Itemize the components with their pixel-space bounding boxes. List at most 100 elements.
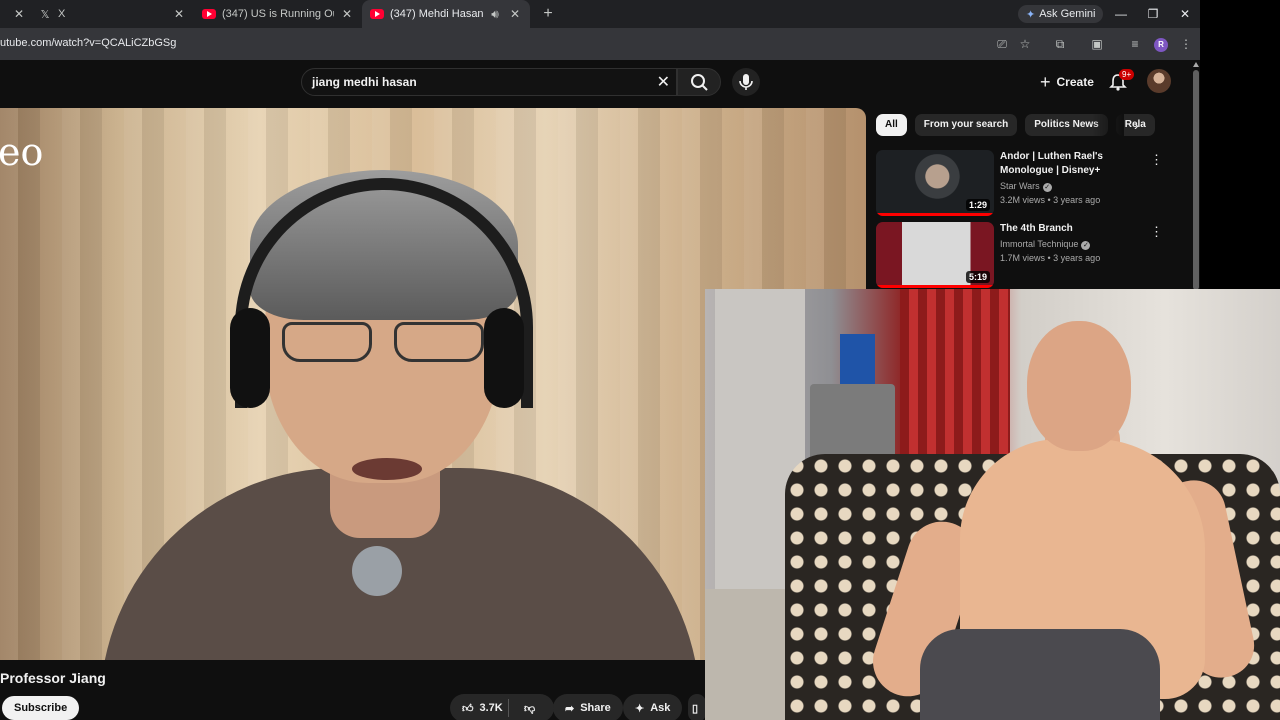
channel-label: Immortal Technique	[1000, 239, 1079, 249]
channel-name[interactable]: Immortal Technique ✓	[1000, 239, 1091, 250]
bookmark-star-icon[interactable]: ☆	[1017, 36, 1033, 52]
tab-title: X	[58, 8, 66, 20]
chip-from-your-search[interactable]: From your search	[914, 114, 1018, 136]
clear-search-icon[interactable]: ✕	[657, 72, 670, 92]
bookmark-icon: ▯	[692, 702, 699, 715]
ask-button[interactable]: ✦ Ask	[623, 694, 683, 720]
subscribe-button[interactable]: Subscribe	[2, 696, 80, 720]
minimize-button[interactable]: —	[1105, 0, 1137, 28]
video-logo-fragment: eo	[0, 130, 44, 174]
voice-search-button[interactable]	[732, 68, 760, 96]
media-controls-icon[interactable]: ≡	[1127, 36, 1143, 52]
gemini-icon: ✦	[1026, 8, 1036, 21]
screen: ✕ 𝕏 X ✕ (347) US is Running Out of Am ✕ …	[0, 0, 1280, 720]
share-arrow-icon: ➦	[565, 702, 575, 715]
share-button[interactable]: ➦ Share	[553, 694, 623, 720]
youtube-favicon-icon	[202, 7, 216, 21]
ask-gemini-button[interactable]: ✦ Ask Gemini	[1018, 5, 1104, 23]
desktop-background	[1200, 0, 1280, 290]
page-scrollbar[interactable]	[1192, 60, 1200, 290]
watch-progress	[876, 213, 994, 216]
like-count: 3.7K	[479, 702, 503, 714]
new-tab-button[interactable]: +	[536, 2, 560, 26]
recommended-video[interactable]: 5:19 The 4th Branch Immortal Technique ✓ …	[876, 222, 1192, 290]
youtube-masthead: jiang medhi hasan ✕ + Create 9+	[0, 60, 1192, 108]
tab-title: (347) Mehdi Hasan vs. Profe	[390, 8, 486, 20]
duration-badge: 5:19	[965, 271, 990, 283]
tab-title: (347) US is Running Out of Am	[222, 8, 334, 20]
close-icon[interactable]: ✕	[14, 7, 24, 21]
title-line: The 4th Branch	[1000, 223, 1073, 234]
more-actions-icon[interactable]: ⋮	[1150, 152, 1163, 168]
notification-badge: 9+	[1119, 69, 1135, 80]
close-icon[interactable]: ✕	[172, 7, 186, 21]
recommended-video-title[interactable]: The 4th Branch	[1000, 222, 1140, 236]
search-input[interactable]: jiang medhi hasan ✕	[301, 68, 677, 96]
headset-earcup	[230, 308, 270, 408]
scrollbar-thumb[interactable]	[1193, 70, 1199, 290]
close-icon[interactable]: ✕	[508, 7, 522, 21]
chevron-right-icon[interactable]: ›	[1134, 117, 1139, 133]
video-meta: 3.2M views • 3 years ago	[1000, 195, 1101, 205]
search-button[interactable]	[677, 68, 721, 96]
verified-check-icon: ✓	[1081, 241, 1091, 250]
lapel-microphone	[352, 546, 402, 596]
watch-progress	[876, 285, 994, 288]
chip-all[interactable]: All	[876, 114, 907, 136]
person-head	[1027, 321, 1131, 451]
save-button-partial[interactable]: ▯	[688, 694, 706, 720]
recommended-video[interactable]: 1:29 Andor | Luthen Rael's Monologue | D…	[876, 150, 1192, 218]
browser-profile-avatar[interactable]: R	[1154, 38, 1168, 52]
account-avatar[interactable]	[1147, 69, 1171, 93]
title-line: Monologue | Disney+	[1000, 165, 1101, 176]
webcam-overlay	[705, 289, 1280, 720]
tab-us-running-out[interactable]: (347) US is Running Out of Am ✕	[194, 0, 362, 28]
x-logo-icon: 𝕏	[40, 8, 50, 21]
more-actions-icon[interactable]: ⋮	[1150, 224, 1163, 240]
search-icon	[691, 74, 708, 91]
speaker-icon[interactable]: 🔊︎	[488, 7, 502, 21]
title-line: Andor | Luthen Rael's	[1000, 151, 1103, 162]
eyeglasses	[282, 322, 492, 364]
url-text[interactable]: utube.com/watch?v=QCALiCZbGSg	[0, 37, 176, 49]
person-shorts	[920, 629, 1160, 720]
window-close-button[interactable]: ✕	[1169, 0, 1201, 28]
thumbs-down-icon: 👎︎	[524, 702, 536, 715]
create-button[interactable]: + Create	[1030, 68, 1104, 96]
scroll-up-arrow-icon[interactable]	[1193, 62, 1199, 67]
search-query: jiang medhi hasan	[312, 75, 417, 89]
share-label: Share	[580, 702, 611, 714]
blue-box	[840, 334, 875, 384]
speaker-mouth	[352, 458, 422, 480]
video-thumbnail[interactable]: 5:19	[876, 222, 994, 288]
youtube-favicon-icon	[370, 7, 384, 21]
plus-icon: +	[1040, 71, 1051, 92]
close-icon[interactable]: ✕	[340, 7, 354, 21]
channel-label: Star Wars	[1000, 181, 1040, 191]
duration-badge: 1:29	[965, 199, 990, 211]
menu-kebab-icon[interactable]: ⋮	[1178, 36, 1194, 52]
extensions-icon[interactable]: ⧉	[1052, 36, 1068, 52]
install-app-icon[interactable]: ⎚	[994, 36, 1010, 52]
ask-gemini-label: Ask Gemini	[1039, 8, 1096, 20]
tab-close-partial[interactable]: ✕	[0, 0, 30, 28]
tab-mehdi-hasan[interactable]: (347) Mehdi Hasan vs. Profe 🔊︎ ✕	[362, 0, 530, 28]
video-thumbnail[interactable]: 1:29	[876, 150, 994, 216]
sparkle-icon: ✦	[635, 702, 645, 715]
chips-fade	[1092, 112, 1124, 138]
recommended-video-title[interactable]: Andor | Luthen Rael's Monologue | Disney…	[1000, 150, 1140, 178]
tab-x[interactable]: 𝕏 X ✕	[30, 0, 194, 28]
microphone-icon	[739, 74, 753, 90]
video-meta: 1.7M views • 3 years ago	[1000, 253, 1101, 263]
like-dislike-divider	[508, 699, 509, 717]
channel-name[interactable]: Star Wars ✓	[1000, 181, 1052, 192]
verified-check-icon: ✓	[1042, 183, 1052, 192]
split-view-icon[interactable]: ▣	[1089, 36, 1105, 52]
red-curtain	[900, 289, 1010, 454]
restore-button[interactable]: ❐	[1137, 0, 1169, 28]
create-label: Create	[1056, 75, 1094, 89]
dislike-button[interactable]: 👎︎	[512, 694, 552, 720]
thumbs-up-icon: 👍︎	[462, 702, 474, 715]
channel-name[interactable]: Professor Jiang	[0, 670, 106, 686]
ask-label: Ask	[650, 702, 671, 714]
